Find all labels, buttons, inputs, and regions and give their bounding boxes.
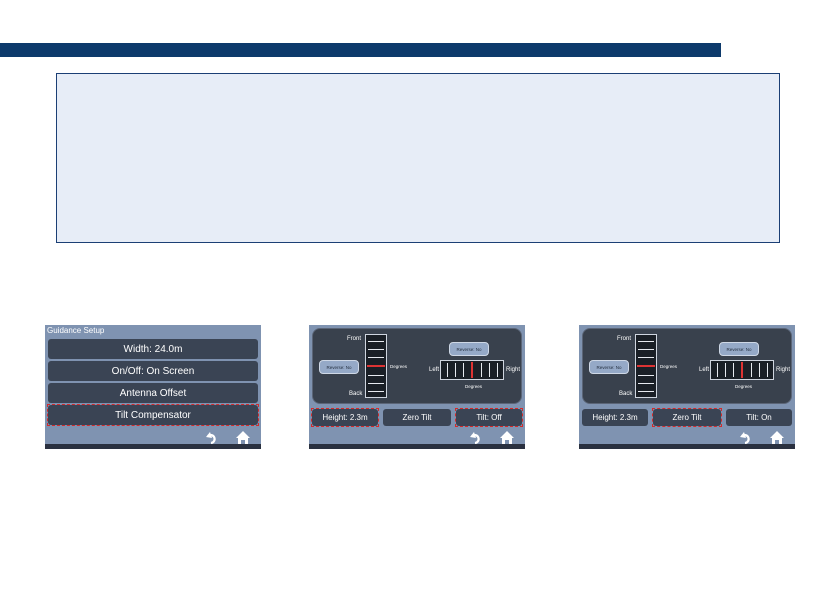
- degrees-label-side: Degrees: [735, 384, 753, 389]
- back-arrow-icon[interactable]: [205, 431, 219, 445]
- screen-title: Guidance Setup: [47, 326, 105, 335]
- tilt-on-button[interactable]: Tilt: On: [726, 409, 792, 426]
- right-label: Right: [506, 367, 521, 373]
- front-label: Front: [347, 336, 362, 342]
- left-label: Left: [429, 367, 440, 373]
- highlight-tilt-compensator: [47, 404, 259, 426]
- left-right-gauge: [440, 360, 504, 380]
- tilt-compensator-screen-off: Front Back Degrees Reverse: No Reverse: …: [309, 325, 525, 449]
- highlight-height: [311, 408, 379, 427]
- back-arrow-icon[interactable]: [739, 431, 753, 445]
- height-button[interactable]: Height: 2.3m: [582, 409, 648, 426]
- note-box: [56, 73, 780, 243]
- left-right-gauge: [710, 360, 774, 380]
- header-banner: [0, 43, 721, 57]
- degrees-label-side: Degrees: [465, 384, 483, 389]
- screen-bottom-bar: [309, 444, 525, 449]
- front-back-gauge: [365, 334, 387, 398]
- width-button[interactable]: Width: 24.0m: [48, 339, 258, 359]
- highlight-zero-tilt: [652, 408, 722, 427]
- left-label: Left: [699, 367, 710, 373]
- on-off-button[interactable]: On/Off: On Screen: [48, 361, 258, 381]
- home-icon[interactable]: [769, 430, 785, 445]
- back-arrow-icon[interactable]: [469, 431, 483, 445]
- highlight-tilt-off: [455, 408, 523, 427]
- screen-bottom-bar: [45, 444, 261, 449]
- reverse-front-button[interactable]: Reverse: No: [589, 360, 629, 374]
- zero-tilt-button[interactable]: Zero Tilt: [383, 409, 451, 426]
- home-icon[interactable]: [235, 430, 251, 445]
- reverse-front-button[interactable]: Reverse: No: [319, 360, 359, 374]
- antenna-offset-button[interactable]: Antenna Offset: [48, 383, 258, 403]
- screen-bottom-bar: [579, 444, 795, 449]
- reverse-side-button[interactable]: Reverse: No: [449, 342, 489, 356]
- reverse-side-button[interactable]: Reverse: No: [719, 342, 759, 356]
- degrees-label-front: Degrees: [390, 364, 408, 369]
- back-label: Back: [349, 391, 363, 397]
- guidance-setup-screen: Guidance Setup Width: 24.0m On/Off: On S…: [45, 325, 261, 449]
- right-label: Right: [776, 367, 791, 373]
- degrees-label-front: Degrees: [660, 364, 678, 369]
- front-back-gauge: [635, 334, 657, 398]
- front-label: Front: [617, 336, 632, 342]
- tilt-compensator-screen-on: Front Back Degrees Reverse: No Reverse: …: [579, 325, 795, 449]
- tilt-panel: Front Back Degrees Reverse: No Reverse: …: [312, 328, 522, 404]
- tilt-panel: Front Back Degrees Reverse: No Reverse: …: [582, 328, 792, 404]
- back-label: Back: [619, 391, 633, 397]
- home-icon[interactable]: [499, 430, 515, 445]
